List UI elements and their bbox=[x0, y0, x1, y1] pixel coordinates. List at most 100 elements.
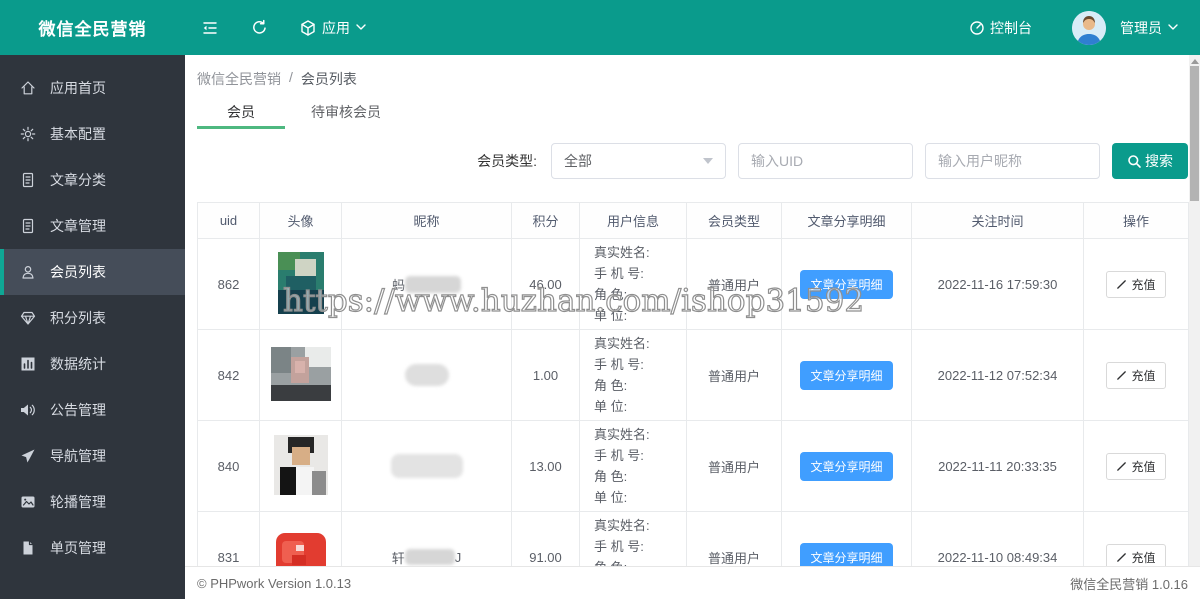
share-detail-button[interactable]: 文章分享明细 bbox=[800, 360, 893, 390]
console-link[interactable]: 控制台 bbox=[969, 18, 1032, 38]
user-menu[interactable]: 管理员 bbox=[1120, 18, 1178, 38]
nickname-cell: 蚂 bbox=[341, 238, 512, 330]
sidebar-item-label: 积分列表 bbox=[50, 310, 106, 326]
sidebar-item-label: 文章管理 bbox=[50, 218, 106, 234]
member-avatar-image bbox=[270, 346, 331, 401]
breadcrumb-separator: / bbox=[289, 69, 293, 85]
sidebar-item-single-page[interactable]: 单页管理 bbox=[0, 525, 185, 571]
sidebar-item-label: 数据统计 bbox=[50, 356, 106, 372]
sidebar-item-article-category[interactable]: 文章分类 bbox=[0, 157, 185, 203]
sidebar-item-points-list[interactable]: 积分列表 bbox=[0, 295, 185, 341]
pencil-icon bbox=[1117, 552, 1127, 562]
table-row: 842 1.00 真实姓名: 手 机 号: 角 色: 单 位: 普通用户 文章分… bbox=[197, 329, 1189, 421]
sidebar-item-navigation[interactable]: 导航管理 bbox=[0, 433, 185, 479]
nickname-cell bbox=[341, 420, 512, 512]
userinfo-line: 单 位: bbox=[594, 399, 628, 414]
member-avatar-image bbox=[277, 251, 324, 314]
nickname-blurred bbox=[404, 364, 449, 386]
follow-time-cell: 2022-11-11 20:33:35 bbox=[911, 420, 1084, 512]
refresh-icon[interactable] bbox=[251, 19, 268, 36]
home-icon bbox=[20, 80, 36, 96]
col-actions: 操作 bbox=[1083, 202, 1189, 239]
filter-bar: 会员类型: 全部 搜索 bbox=[197, 143, 1188, 179]
tab-members[interactable]: 会员 bbox=[197, 99, 285, 129]
nickname-blurred bbox=[390, 454, 463, 478]
sidebar-item-label: 导航管理 bbox=[50, 448, 106, 464]
sidebar-item-label: 应用首页 bbox=[50, 80, 106, 96]
app-menu[interactable]: 应用 bbox=[300, 18, 366, 38]
gem-icon bbox=[20, 310, 36, 326]
user-name: 管理员 bbox=[1120, 19, 1162, 36]
console-label: 控制台 bbox=[990, 19, 1032, 36]
nickname-input[interactable] bbox=[925, 143, 1100, 179]
sidebar-item-basic-config[interactable]: 基本配置 bbox=[0, 111, 185, 157]
sidebar-item-data-stats[interactable]: 数据统计 bbox=[0, 341, 185, 387]
speaker-icon bbox=[20, 402, 36, 418]
score-cell: 46.00 bbox=[511, 238, 580, 330]
avatar-cell bbox=[259, 238, 342, 330]
col-share-detail: 文章分享明细 bbox=[781, 202, 912, 239]
chevron-down-icon bbox=[1168, 24, 1178, 30]
sidebar-item-label: 文章分类 bbox=[50, 172, 106, 188]
nickname-blurred bbox=[405, 275, 461, 293]
recharge-button[interactable]: 充值 bbox=[1106, 270, 1166, 298]
avatar-cell bbox=[259, 329, 342, 421]
table-header-row: uid 头像 昵称 积分 用户信息 会员类型 文章分享明细 关注时间 操作 bbox=[197, 202, 1189, 239]
scrollbar-up-arrow-icon[interactable] bbox=[1190, 59, 1199, 64]
user-avatar[interactable] bbox=[1072, 10, 1106, 45]
breadcrumb: 微信全民营销 / 会员列表 bbox=[197, 69, 1188, 89]
scrollbar[interactable] bbox=[1189, 55, 1200, 566]
cube-icon bbox=[301, 19, 315, 36]
navigation-icon bbox=[20, 448, 36, 464]
search-icon bbox=[1128, 154, 1141, 168]
member-type-value: 全部 bbox=[564, 153, 592, 169]
userinfo-line: 角 色: bbox=[594, 287, 628, 302]
sidebar-item-announcement[interactable]: 公告管理 bbox=[0, 387, 185, 433]
sidebar-item-article-manage[interactable]: 文章管理 bbox=[0, 203, 185, 249]
footer-version-right: 微信全民营销 1.0.16 bbox=[1070, 576, 1188, 592]
userinfo-line: 手 机 号: bbox=[594, 448, 644, 463]
follow-time-cell: 2022-11-16 17:59:30 bbox=[911, 238, 1084, 330]
userinfo-line: 真实姓名: bbox=[594, 245, 650, 260]
member-type-select[interactable]: 全部 bbox=[551, 143, 726, 179]
share-detail-button[interactable]: 文章分享明细 bbox=[800, 451, 893, 481]
pencil-icon bbox=[1117, 370, 1127, 380]
sidebar-item-member-list[interactable]: 会员列表 bbox=[0, 249, 185, 295]
recharge-button[interactable]: 充值 bbox=[1106, 452, 1166, 480]
userinfo-cell: 真实姓名: 手 机 号: 角 色: 单 位: bbox=[579, 420, 687, 512]
userinfo-line: 单 位: bbox=[594, 308, 628, 323]
uid-input[interactable] bbox=[738, 143, 913, 179]
col-nickname: 昵称 bbox=[341, 202, 512, 239]
select-caret-icon bbox=[703, 158, 713, 164]
userinfo-line: 真实姓名: bbox=[594, 336, 650, 351]
page-icon bbox=[20, 540, 36, 556]
user-icon bbox=[20, 264, 36, 280]
col-follow-time: 关注时间 bbox=[911, 202, 1084, 239]
breadcrumb-current: 会员列表 bbox=[300, 71, 357, 87]
image-icon bbox=[20, 494, 36, 510]
sidebar-item-label: 单页管理 bbox=[50, 540, 106, 556]
tab-pending-members[interactable]: 待审核会员 bbox=[295, 99, 397, 129]
document-icon bbox=[20, 172, 36, 188]
recharge-button[interactable]: 充值 bbox=[1106, 361, 1166, 389]
member-type-cell: 普通用户 bbox=[686, 238, 782, 330]
scrollbar-thumb[interactable] bbox=[1190, 66, 1199, 201]
document-icon bbox=[20, 218, 36, 234]
sidebar-item-app-home[interactable]: 应用首页 bbox=[0, 65, 185, 111]
pencil-icon bbox=[1117, 279, 1127, 289]
userinfo-line: 手 机 号: bbox=[594, 266, 644, 281]
sidebar-collapse-icon[interactable] bbox=[201, 20, 219, 36]
share-detail-button[interactable]: 文章分享明细 bbox=[800, 269, 893, 299]
pencil-icon bbox=[1117, 461, 1127, 471]
search-button[interactable]: 搜索 bbox=[1112, 143, 1188, 179]
table-row: 862 蚂 46.00 真实姓名: 手 机 号: 角 色: 单 位: 普通用户 … bbox=[197, 238, 1189, 330]
userinfo-line: 真实姓名: bbox=[594, 427, 650, 442]
member-type-label: 会员类型: bbox=[477, 153, 537, 169]
dashboard-icon bbox=[970, 20, 984, 35]
breadcrumb-root[interactable]: 微信全民营销 bbox=[197, 69, 281, 89]
sidebar-item-carousel[interactable]: 轮播管理 bbox=[0, 479, 185, 525]
footer-version-left: © PHPwork Version 1.0.13 bbox=[197, 575, 352, 591]
userinfo-line: 角 色: bbox=[594, 469, 628, 484]
nickname-text: 轩 bbox=[391, 550, 405, 566]
userinfo-line: 真实姓名: bbox=[594, 518, 650, 533]
